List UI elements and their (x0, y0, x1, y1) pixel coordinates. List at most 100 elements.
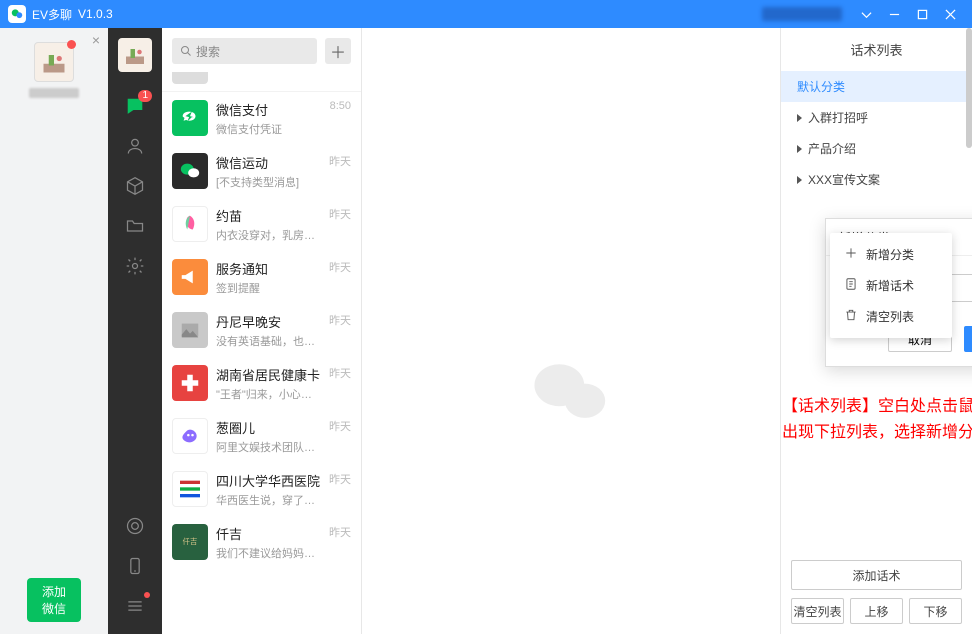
chat-time: 昨天 (329, 471, 351, 508)
nav-mobile-icon[interactable] (108, 546, 162, 586)
account-name-blur (29, 88, 79, 98)
chat-list-panel: 搜索 ＋ 微信支付 微信支付凭证 8:50 微信运动 [不支持类型消息] 昨天 … (162, 28, 362, 634)
minimize-button[interactable] (880, 0, 908, 28)
nav-contacts-icon[interactable] (108, 126, 162, 166)
chat-time: 昨天 (329, 153, 351, 190)
new-chat-button[interactable]: ＋ (325, 38, 351, 64)
chat-avatar-icon (172, 418, 208, 454)
chat-avatar-icon (172, 312, 208, 348)
nav-settings-icon[interactable] (108, 246, 162, 286)
chat-item[interactable]: 丹尼早晚安 没有英语基础，也能在20... 昨天 (162, 304, 361, 357)
accounts-panel: × 添加微信 (0, 28, 108, 634)
context-menu-label: 新增分类 (866, 246, 914, 263)
dropdown-icon[interactable] (852, 0, 880, 28)
chat-avatar-icon (172, 153, 208, 189)
chat-item[interactable]: 约苗 内衣没穿对，乳房会生病... 昨天 (162, 198, 361, 251)
expand-arrow-icon (797, 114, 802, 122)
chat-preview: 微信支付凭证 (216, 121, 322, 137)
category-item[interactable]: 入群打招呼 (781, 102, 972, 133)
chat-avatar-icon (172, 259, 208, 295)
chat-preview: 签到提醒 (216, 280, 321, 296)
category-item[interactable]: XXX宣传文案 (781, 164, 972, 195)
add-script-button[interactable]: 添加话术 (791, 560, 962, 590)
nav-avatar[interactable] (118, 38, 152, 72)
doc-icon (844, 277, 858, 294)
nav-cube-icon[interactable] (108, 166, 162, 206)
chat-item[interactable]: 微信运动 [不支持类型消息] 昨天 (162, 145, 361, 198)
category-item[interactable]: 默认分类 (781, 71, 972, 102)
chat-name: 湖南省居民健康卡 (216, 365, 321, 384)
context-menu-item[interactable]: 新增分类 (830, 239, 952, 270)
chat-item-cropped[interactable] (162, 72, 361, 92)
move-up-button[interactable]: 上移 (850, 598, 903, 624)
remove-account-icon[interactable]: × (92, 32, 100, 48)
category-label: 产品介绍 (808, 140, 856, 157)
chat-item[interactable]: 四川大学华西医院 华西医生说，穿了一辈子... 昨天 (162, 463, 361, 516)
chat-name: 仟吉 (216, 524, 321, 543)
nav-menu-icon[interactable] (108, 586, 162, 626)
nav-badge: 1 (138, 90, 152, 102)
script-panel: 话术列表 默认分类入群打招呼产品介绍 XXX宣传文案 新增分类新增话术清空列表 添… (780, 28, 972, 634)
clear-list-button[interactable]: 清空列表 (791, 598, 844, 624)
chat-time: 昨天 (329, 312, 351, 349)
script-panel-title: 话术列表 (781, 28, 972, 71)
chat-time: 昨天 (329, 524, 351, 561)
add-wechat-button[interactable]: 添加微信 (27, 578, 81, 622)
close-button[interactable] (936, 0, 964, 28)
chat-time: 昨天 (329, 206, 351, 243)
context-menu: 新增分类新增话术清空列表 (830, 233, 952, 338)
chat-name: 丹尼早晚安 (216, 312, 321, 331)
svg-text:仟吉: 仟吉 (183, 537, 198, 546)
expand-arrow-icon (797, 176, 802, 184)
nav-link-icon[interactable] (108, 506, 162, 546)
account-avatar[interactable] (34, 42, 74, 82)
search-input[interactable]: 搜索 (172, 38, 317, 64)
nav-folder-icon[interactable] (108, 206, 162, 246)
expand-arrow-icon (797, 145, 802, 153)
context-menu-item[interactable]: 新增话术 (830, 270, 952, 301)
chat-avatar-icon (172, 365, 208, 401)
chat-time: 昨天 (329, 259, 351, 296)
context-menu-item[interactable]: 清空列表 (830, 301, 952, 332)
chat-name: 约苗 (216, 206, 321, 225)
titlebar-blur (762, 7, 842, 21)
chat-name: 微信支付 (216, 100, 322, 119)
app-logo-icon (8, 5, 26, 23)
chat-name: 服务通知 (216, 259, 321, 278)
maximize-button[interactable] (908, 0, 936, 28)
chat-item[interactable]: 微信支付 微信支付凭证 8:50 (162, 92, 361, 145)
chat-avatar-icon (172, 471, 208, 507)
chat-preview: [不支持类型消息] (216, 174, 321, 190)
chat-avatar-icon (172, 100, 208, 136)
chat-content-area: 新增分类 ✕ 分类 取消 确定 【话术列表】空白处点击鼠标右键， 出现下拉列表，… (362, 28, 780, 634)
search-placeholder: 搜索 (196, 43, 220, 60)
chat-preview: 华西医生说，穿了一辈子... (216, 492, 321, 508)
status-dot-icon (67, 40, 76, 49)
chat-time: 8:50 (330, 100, 351, 137)
plus-icon (844, 246, 858, 263)
category-label: 入群打招呼 (808, 109, 868, 126)
chat-preview: 内衣没穿对，乳房会生病... (216, 227, 321, 243)
chat-name: 微信运动 (216, 153, 321, 172)
chat-preview: 阿里文娱技术团队春招实... (216, 439, 321, 455)
context-menu-label: 新增话术 (866, 277, 914, 294)
chat-item[interactable]: 服务通知 签到提醒 昨天 (162, 251, 361, 304)
category-label: 默认分类 (797, 78, 845, 95)
category-label: XXX宣传文案 (808, 171, 880, 188)
move-down-button[interactable]: 下移 (909, 598, 962, 624)
trash-icon (844, 308, 858, 325)
chat-preview: 没有英语基础，也能在20... (216, 333, 321, 349)
titlebar: EV多聊 V1.0.3 (0, 0, 972, 28)
chat-item[interactable]: 湖南省居民健康卡 "王者"归来，小心中招！ 昨天 (162, 357, 361, 410)
nav-sidebar: 1 (108, 28, 162, 634)
chat-avatar-icon: 仟吉 (172, 524, 208, 560)
category-item[interactable]: 产品介绍 (781, 133, 972, 164)
scrollbar[interactable] (966, 28, 972, 634)
context-menu-label: 清空列表 (866, 308, 914, 325)
chat-name: 四川大学华西医院 (216, 471, 321, 490)
chat-item[interactable]: 葱圈儿 阿里文娱技术团队春招实... 昨天 (162, 410, 361, 463)
search-icon (180, 45, 192, 57)
nav-chat-icon[interactable]: 1 (108, 86, 162, 126)
chat-time: 昨天 (329, 418, 351, 455)
chat-item[interactable]: 仟吉 仟吉 我们不建议给妈妈买蛋糕 昨天 (162, 516, 361, 569)
